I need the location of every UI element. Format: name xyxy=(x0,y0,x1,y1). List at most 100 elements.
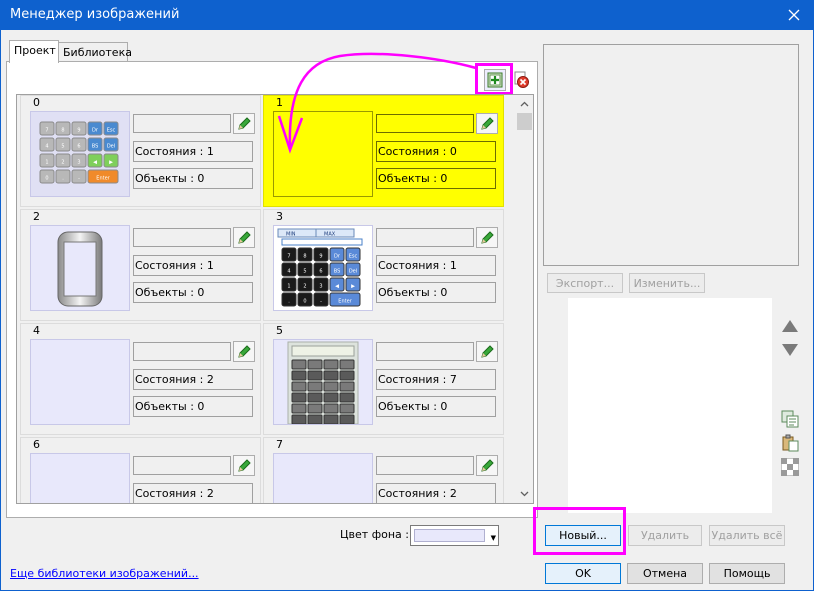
cell-index: 5 xyxy=(276,324,283,337)
delete-button[interactable]: Удалить xyxy=(628,525,702,546)
pencil-icon xyxy=(481,344,494,358)
image-cell-3[interactable]: 3 MIN MAX 7 8 9 Dr Esc 4 5 6 BS Del 1 2 3 ◀ ▶. 0 - Enter Со… xyxy=(263,209,504,321)
edit-button[interactable] xyxy=(233,341,255,362)
bg-color-label: Цвет фона : xyxy=(340,528,409,541)
triangle-up-icon xyxy=(782,320,798,332)
image-cell-4[interactable]: 4 Состояния : 2 Объекты : 0 xyxy=(20,323,261,435)
close-button[interactable] xyxy=(774,0,814,30)
keypad-key: 0 xyxy=(297,292,313,307)
keypad-key xyxy=(323,403,339,414)
svg-text:5: 5 xyxy=(61,144,64,150)
svg-text:6: 6 xyxy=(77,144,80,150)
keypad-key: 4 xyxy=(39,137,55,152)
button-label: Удалить xyxy=(640,529,690,542)
svg-text:▶: ▶ xyxy=(351,284,355,290)
edit-button[interactable] xyxy=(476,455,498,476)
edit-button[interactable] xyxy=(233,455,255,476)
objects-count: Объекты : 0 xyxy=(133,282,253,303)
cancel-button[interactable]: Отмена xyxy=(627,563,703,584)
delete-all-button[interactable]: Удалить всё xyxy=(709,525,785,546)
keypad-key xyxy=(339,403,355,414)
image-cell-0[interactable]: 0 7 8 9 Dr Esc 4 5 6 BS Del 1 2 3 ◀ ▶ 0. - Enter Состояни… xyxy=(20,95,261,207)
image-cell-5[interactable]: 5 Состояния : 7 Объекты : 0 xyxy=(263,323,504,435)
help-button[interactable]: Помощь xyxy=(709,563,785,584)
copy-state-button[interactable] xyxy=(780,409,800,429)
image-cell-7[interactable]: 7 Состояния : 2 xyxy=(263,437,504,503)
annotation-arrow xyxy=(277,52,477,154)
list-scrollbar[interactable] xyxy=(516,95,533,503)
image-name-field[interactable] xyxy=(133,342,231,361)
states-count: Состояния : 2 xyxy=(376,483,496,503)
paste-state-button[interactable] xyxy=(780,433,800,453)
delete-image-button[interactable] xyxy=(514,71,530,89)
transparency-button[interactable] xyxy=(780,457,800,477)
ok-button[interactable]: OK xyxy=(545,563,621,584)
keypad-thumbnail: 7 8 9 Dr Esc 4 5 6 BS Del 1 2 3 ◀ ▶ 0. - Enter xyxy=(39,121,119,184)
keypad-key: Del xyxy=(345,262,361,277)
keypad-key: Esc xyxy=(345,247,361,262)
image-cell-2[interactable]: 2 Состояния : 1 Объекты : 0 xyxy=(20,209,261,321)
button-label: Удалить всё xyxy=(711,529,783,542)
keypad-key xyxy=(339,370,355,381)
bg-color-picker[interactable]: ▼ xyxy=(410,525,499,546)
button-label: OK xyxy=(575,567,591,580)
svg-text:6: 6 xyxy=(319,269,322,275)
svg-text:Dr: Dr xyxy=(334,254,341,260)
keypad-key: Enter xyxy=(87,169,119,184)
pencil-icon xyxy=(238,344,251,358)
cell-index: 7 xyxy=(276,438,283,451)
svg-text:-: - xyxy=(320,299,322,305)
image-name-field[interactable] xyxy=(376,342,474,361)
states-count: Состояния : 1 xyxy=(133,141,253,162)
tab-library[interactable]: Библиотека xyxy=(58,42,132,63)
pencil-icon xyxy=(238,116,251,130)
scroll-down-button[interactable] xyxy=(516,487,533,501)
keypad-key xyxy=(307,392,323,403)
range-field: MAX xyxy=(315,228,355,238)
more-libraries-link[interactable]: Еще библиотеки изображений... xyxy=(10,567,199,580)
image-name-field[interactable] xyxy=(133,114,231,133)
svg-text:MIN: MIN xyxy=(286,232,296,238)
keypad-key xyxy=(323,414,339,425)
image-cell-6[interactable]: 6 Состояния : 2 xyxy=(20,437,261,503)
image-name-field[interactable] xyxy=(376,456,474,475)
move-down-button[interactable] xyxy=(780,340,800,360)
objects-count: Объекты : 0 xyxy=(133,396,253,417)
button-label: Изменить... xyxy=(633,276,701,290)
numpad-thumbnail: MIN MAX 7 8 9 Dr Esc 4 5 6 BS Del 1 2 3 ◀ ▶. 0 - Enter xyxy=(277,228,363,307)
keypad-key: 1 xyxy=(39,153,55,168)
edit-button[interactable] xyxy=(233,113,255,134)
svg-text:Del: Del xyxy=(107,144,115,150)
keypad-key xyxy=(291,370,307,381)
tab-label: Проект xyxy=(14,44,56,57)
svg-text:2: 2 xyxy=(303,284,306,290)
scroll-thumb[interactable] xyxy=(517,113,532,130)
svg-text:7: 7 xyxy=(287,254,290,260)
display-field xyxy=(291,345,355,357)
frame-thumbnail xyxy=(57,231,103,307)
tab-project[interactable]: Проект xyxy=(9,40,59,63)
range-field: MIN xyxy=(277,228,317,238)
edit-button[interactable] xyxy=(476,227,498,248)
svg-text:4: 4 xyxy=(45,144,48,150)
cell-index: 2 xyxy=(33,210,40,223)
move-up-button[interactable] xyxy=(780,316,800,336)
scroll-up-button[interactable] xyxy=(516,97,533,111)
image-name-field[interactable] xyxy=(376,228,474,247)
edit-button[interactable] xyxy=(233,227,255,248)
states-count: Состояния : 1 xyxy=(376,255,496,276)
keypad-key xyxy=(323,392,339,403)
keypad-key: - xyxy=(71,169,87,184)
keypad-key xyxy=(291,381,307,392)
states-count: Состояния : 2 xyxy=(133,369,253,390)
svg-text:2: 2 xyxy=(61,160,64,166)
edit-button[interactable] xyxy=(476,341,498,362)
change-button[interactable]: Изменить... xyxy=(629,273,705,293)
image-name-field[interactable] xyxy=(133,228,231,247)
keypad-key: 9 xyxy=(313,247,329,262)
window-border xyxy=(0,30,1,591)
svg-text:MAX: MAX xyxy=(324,232,336,238)
svg-text:Dr: Dr xyxy=(92,128,99,134)
export-button[interactable]: Экспорт... xyxy=(547,273,623,293)
image-name-field[interactable] xyxy=(133,456,231,475)
